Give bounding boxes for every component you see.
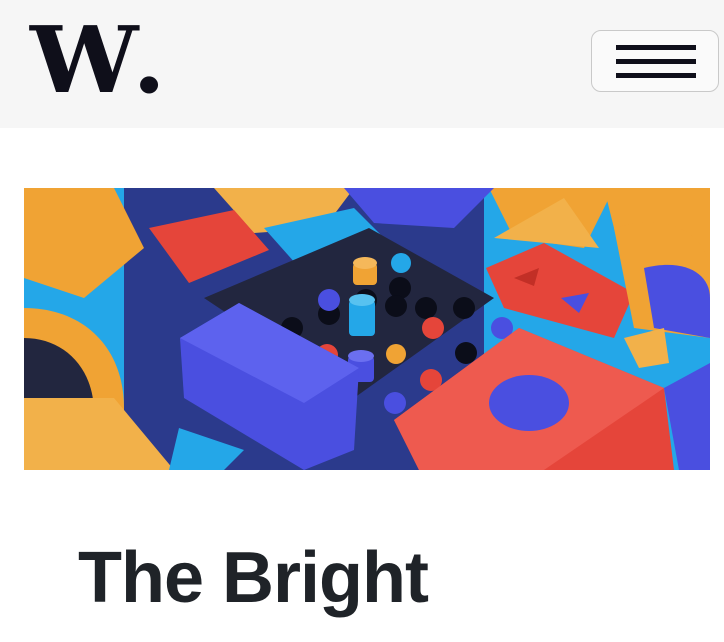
hero-image xyxy=(24,188,710,470)
logo-dot: . xyxy=(132,6,166,114)
logo-letter: W xyxy=(30,6,139,114)
site-logo[interactable]: W. xyxy=(30,14,166,106)
article-title: The Bright xyxy=(78,538,429,618)
site-header: W. xyxy=(0,0,724,128)
menu-button[interactable] xyxy=(591,30,719,92)
colorful-blocks-illustration-icon xyxy=(24,188,710,470)
hamburger-menu-icon xyxy=(616,45,696,79)
